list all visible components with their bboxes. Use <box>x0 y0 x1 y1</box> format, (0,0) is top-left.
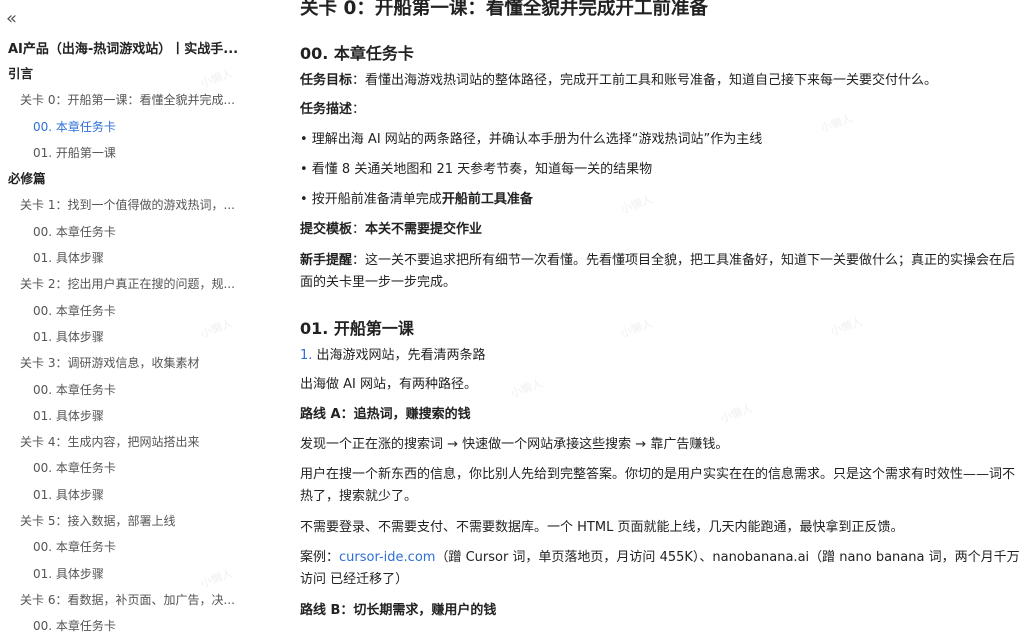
toc-page-19[interactable]: 01. 具体步骤 <box>0 564 258 590</box>
route-a-title: 路线 A：追热词，赚搜索的钱 <box>300 404 1020 426</box>
bullet-item: • 理解出海 AI 网站的两条路径，并确认本手册为什么选择“游戏热词站”作为主线 <box>300 129 1020 151</box>
bullet-item: • 按开船前准备清单完成开船前工具准备 <box>300 189 1020 211</box>
toc-page-7[interactable]: 01. 具体步骤 <box>0 248 258 274</box>
step-text: 出海游戏网站，先看清两条路 <box>316 348 486 363</box>
section-title-first-lesson: 01. 开船第一课 <box>300 319 414 338</box>
toc-chapter-8[interactable]: 关卡 2：挖出用户真正在搜的问题，规... <box>0 274 240 300</box>
toc-chapter-17[interactable]: 关卡 5：接入数据，部署上线 <box>0 511 240 537</box>
case-domain2: nanobanana.ai <box>712 550 810 565</box>
route-b-title: 路线 B：切长期需求，赚用户的钱 <box>300 600 1020 622</box>
task-desc-colon: ： <box>352 102 366 117</box>
route-a-desc: 用户在搜一个新东西的信息，你比别人先给到完整答案。你切的是用户实实在在的信息需求… <box>300 467 1016 504</box>
toc-page-9[interactable]: 00. 本章任务卡 <box>0 301 258 327</box>
table-of-contents: 引言 关卡 0：开船第一课：看懂全貌并完成... 00. 本章任务卡 01. 开船第一… <box>0 64 258 632</box>
toc-page-15[interactable]: 00. 本章任务卡 <box>0 458 258 484</box>
toc-page-18[interactable]: 00. 本章任务卡 <box>0 537 258 563</box>
task-goal-label: 任务目标 <box>300 73 353 88</box>
task-desc: 任务描述： <box>300 99 1020 121</box>
toc-page-6[interactable]: 00. 本章任务卡 <box>0 222 258 248</box>
toc-chapter-14[interactable]: 关卡 4：生成内容，把网站搭出来 <box>0 432 240 458</box>
toc-section-0[interactable]: 引言 <box>0 64 258 90</box>
toc-page-16[interactable]: 01. 具体步骤 <box>0 485 258 511</box>
page-title: 关卡 0：开船第一课：看懂全貌并完成开工前准备 <box>300 0 708 19</box>
toc-chapter-5[interactable]: 关卡 1：找到一个值得做的游戏热词，... <box>0 195 240 221</box>
task-goal-text: ：看懂出海游戏热词站的整体路径，完成开工前工具和账号准备，知道自己接下来每一关要… <box>352 73 938 88</box>
route-a-title-text: 路线 A：追热词，赚搜索的钱 <box>300 407 471 422</box>
toc-page-21[interactable]: 00. 本章任务卡 <box>0 616 258 632</box>
case-mid: （蹭 Cursor 词，单页落地页，月访问 455K）、 <box>435 550 713 565</box>
submit-label: 提交模板 <box>300 222 353 237</box>
toc-page-13[interactable]: 01. 具体步骤 <box>0 406 258 432</box>
section-title-task-card: 00. 本章任务卡 <box>300 44 414 63</box>
step-heading: 1. 出海游戏网站，先看清两条路 <box>300 345 1020 367</box>
case-line: 案例：cursor-ide.com（蹭 Cursor 词，单页落地页，月访问 4… <box>300 547 1020 591</box>
sidebar: « AI产品（出海-热词游戏站）丨实战手... 引言 关卡 0：开船第一课：看懂全… <box>0 0 258 632</box>
task-desc-label: 任务描述 <box>300 102 353 117</box>
book-title[interactable]: AI产品（出海-热词游戏站）丨实战手... <box>8 38 253 57</box>
case-link[interactable]: cursor-ide.com <box>339 550 435 565</box>
bullet-text: • 理解出海 AI 网站的两条路径，并确认本手册为什么选择“游戏热词站”作为主线 <box>300 132 763 147</box>
route-b-title-text: 路线 B：切长期需求，赚用户的钱 <box>300 603 497 618</box>
toc-page-3[interactable]: 01. 开船第一课 <box>0 143 258 169</box>
submit-template: 提交模板：本关不需要提交作业 <box>300 219 1020 241</box>
submit-value: 本关不需要提交作业 <box>365 222 483 237</box>
tip-label: 新手提醒 <box>300 253 353 268</box>
toc-page-2[interactable]: 00. 本章任务卡 <box>0 117 258 143</box>
toc-section-4[interactable]: 必修篇 <box>0 169 258 195</box>
bullet-bold: 开船前工具准备 <box>441 192 533 207</box>
tip-text: ：这一关不要追求把所有细节一次看懂。先看懂项目全貌，把工具准备好，知道下一关要做… <box>300 253 1016 290</box>
route-a-nodeps: 不需要登录、不需要支付、不需要数据库。一个 HTML 页面就能上线，几天内能跑通… <box>300 520 904 535</box>
toc-chapter-1[interactable]: 关卡 0：开船第一课：看懂全貌并完成... <box>0 90 240 116</box>
case-prefix: 案例： <box>300 550 340 565</box>
toc-page-10[interactable]: 01. 具体步骤 <box>0 327 258 353</box>
collapse-sidebar-icon[interactable]: « <box>6 8 28 30</box>
step-number: 1. <box>300 348 313 363</box>
toc-chapter-20[interactable]: 关卡 6：看数据，补页面、加广告，决... <box>0 590 240 616</box>
submit-colon: ： <box>352 222 366 237</box>
toc-chapter-11[interactable]: 关卡 3：调研游戏信息，收集素材 <box>0 353 240 379</box>
route-a-flow: 发现一个正在涨的搜索词 → 快速做一个网站承接这些搜索 → 靠广告赚钱。 <box>300 437 729 452</box>
task-goal: 任务目标：看懂出海游戏热词站的整体路径，完成开工前工具和账号准备，知道自己接下来… <box>300 70 1020 92</box>
bullet-item: • 看懂 8 关通关地图和 21 天参考节奏，知道每一关的结果物 <box>300 159 1020 181</box>
bullet-text: • 按开船前准备清单完成 <box>300 192 442 207</box>
main-content: 关卡 0：开船第一课：看懂全貌并完成开工前准备 00. 本章任务卡 任务目标：看… <box>300 0 1022 632</box>
bullet-text: • 看懂 8 关通关地图和 21 天参考节奏，知道每一关的结果物 <box>300 162 653 177</box>
intro-text: 出海做 AI 网站，有两种路径。 <box>300 377 477 392</box>
toc-page-12[interactable]: 00. 本章任务卡 <box>0 380 258 406</box>
beginner-tip: 新手提醒：这一关不要追求把所有细节一次看懂。先看懂项目全貌，把工具准备好，知道下… <box>300 250 1020 294</box>
